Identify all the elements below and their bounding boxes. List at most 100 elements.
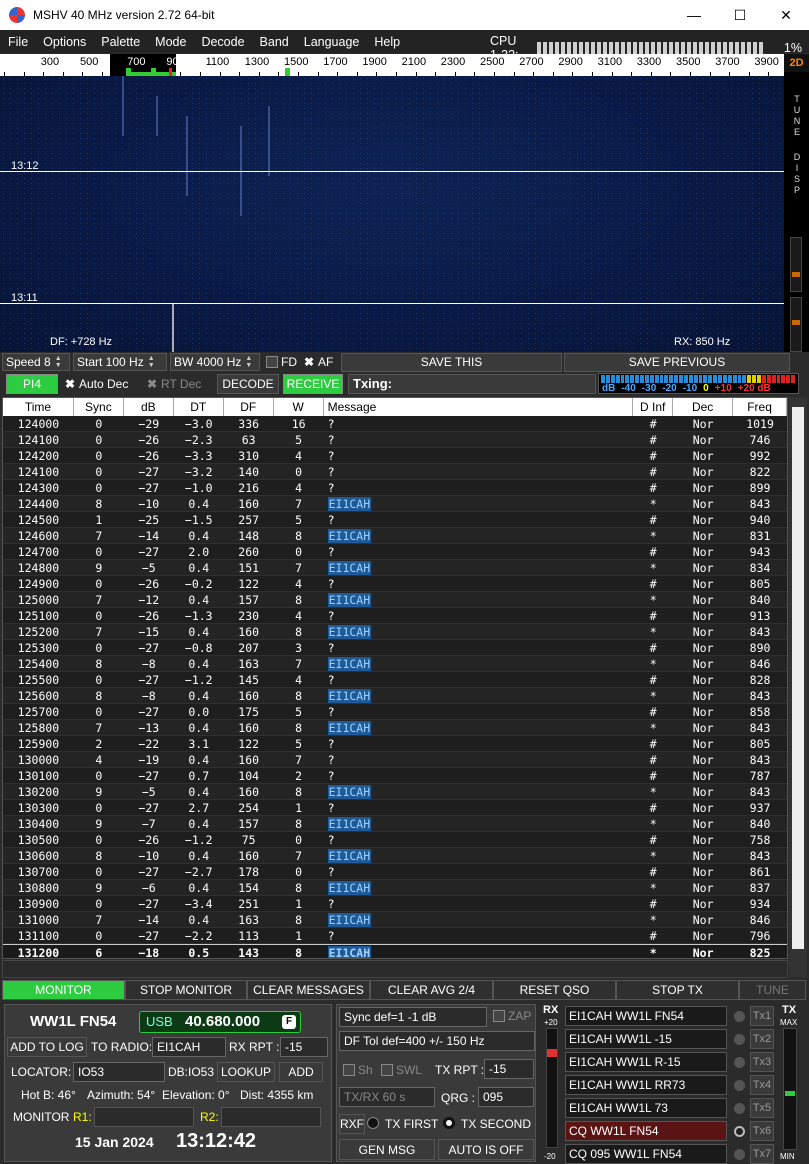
table-row[interactable]: 125200 7 −15 0.4 160 8 EI1CAH * Nor 843 [3, 624, 787, 640]
tx-second-radio-icon[interactable] [443, 1117, 455, 1129]
scrollbar-thumb[interactable] [792, 407, 804, 949]
lookup-button[interactable]: LOOKUP [217, 1062, 275, 1082]
save-previous-button[interactable]: SAVE PREVIOUS [564, 352, 790, 372]
table-row[interactable]: 131100 0 −27 −2.2 113 1? # Nor 796 [3, 928, 787, 944]
swl-checkbox[interactable]: SWL [381, 1063, 422, 1077]
callsign-highlight[interactable]: EI1CAH [327, 721, 372, 735]
bw-spinbox[interactable]: BW 4000 Hz ▲ ▼ [170, 353, 260, 371]
table-horizontal-scrollbar[interactable] [2, 960, 788, 978]
decode-button[interactable]: DECODE [217, 374, 279, 394]
rxf-button[interactable]: RXF [339, 1114, 365, 1134]
tx-select-radio-icon[interactable] [734, 1149, 745, 1160]
df-tol-spinbox[interactable]: DF Tol def=400 +/- 150 Hz [339, 1031, 535, 1051]
tx-button[interactable]: Tx5 [750, 1098, 774, 1118]
stop-tx-button[interactable]: STOP TX [616, 980, 739, 1000]
tx-select-radio-icon[interactable] [734, 1057, 745, 1068]
receive-button[interactable]: RECEIVE [283, 374, 343, 394]
callsign-highlight[interactable]: EI1CAH [327, 529, 372, 543]
r1-field[interactable] [94, 1107, 194, 1127]
2d-button[interactable]: 2D [784, 54, 809, 72]
stop-monitor-button[interactable]: STOP MONITOR [125, 980, 247, 1000]
menu-help[interactable]: Help [370, 35, 407, 49]
r2-field[interactable] [221, 1107, 321, 1127]
tx-select-radio-icon[interactable] [734, 1080, 745, 1091]
table-row[interactable]: 125500 0 −27 −1.2 145 4? # Nor 828 [3, 672, 787, 688]
table-row[interactable]: 130100 0 −27 0.7 104 2? # Nor 787 [3, 768, 787, 784]
tx-button[interactable]: Tx6 [750, 1121, 774, 1141]
column-header[interactable]: Sync [74, 398, 124, 416]
tx-button[interactable]: Tx4 [750, 1075, 774, 1095]
callsign-highlight[interactable]: EI1CAH [327, 881, 372, 895]
menu-file[interactable]: File [4, 35, 35, 49]
menu-band[interactable]: Band [256, 35, 296, 49]
table-row[interactable]: 124300 0 −27 −1.0 216 4? # Nor 899 [3, 480, 787, 496]
table-row[interactable]: 125800 7 −13 0.4 160 8 EI1CAH * Nor 843 [3, 720, 787, 736]
minimize-button[interactable]: — [671, 0, 717, 30]
table-row[interactable]: 124900 0 −26 −0.2 122 4? # Nor 805 [3, 576, 787, 592]
tx-message-field[interactable]: EI1CAH WW1L RR73 [565, 1075, 727, 1095]
menu-mode[interactable]: Mode [151, 35, 193, 49]
menu-palette[interactable]: Palette [97, 35, 147, 49]
txrx-spinbox[interactable]: TX/RX 60 s [339, 1087, 435, 1107]
table-row[interactable]: 125900 2 −22 3.1 122 5? # Nor 805 [3, 736, 787, 752]
table-row[interactable]: 124500 1 −25 −1.5 257 5? # Nor 940 [3, 512, 787, 528]
table-row[interactable]: 131000 7 −14 0.4 163 8 EI1CAH * Nor 846 [3, 912, 787, 928]
table-row[interactable]: 130400 9 −7 0.4 157 8 EI1CAH * Nor 840 [3, 816, 787, 832]
mode-button[interactable]: PI4 [6, 374, 58, 394]
table-row[interactable]: 130300 0 −27 2.7 254 1? # Nor 937 [3, 800, 787, 816]
table-vertical-scrollbar[interactable] [789, 397, 807, 977]
close-button[interactable]: ✕ [763, 0, 809, 30]
zap-checkbox[interactable]: ZAP [493, 1009, 531, 1023]
table-row[interactable]: 130500 0 −26 −1.2 75 0? # Nor 758 [3, 832, 787, 848]
frequency-ruler[interactable]: 0300500700900110013001500170019002100230… [0, 54, 784, 76]
f-button[interactable]: F [282, 1015, 296, 1029]
column-header[interactable]: W [274, 398, 324, 416]
tx-select-radio-icon[interactable] [734, 1011, 745, 1022]
callsign-highlight[interactable]: EI1CAH [327, 946, 372, 958]
table-row[interactable]: 125600 8 −8 0.4 160 8 EI1CAH * Nor 843 [3, 688, 787, 704]
rt-dec-checkbox[interactable]: ✖ RT Dec [146, 377, 201, 391]
clear-messages-button[interactable]: CLEAR MESSAGES [247, 980, 370, 1000]
column-header[interactable]: Message [324, 398, 634, 416]
monitor-button[interactable]: MONITOR [2, 980, 125, 1000]
gain-slider[interactable] [790, 237, 802, 292]
callsign-highlight[interactable]: EI1CAH [327, 593, 372, 607]
column-header[interactable]: dB [124, 398, 174, 416]
rx-rpt-field[interactable]: -15 [280, 1037, 328, 1057]
table-row[interactable]: 124600 7 −14 0.4 148 8 EI1CAH * Nor 831 [3, 528, 787, 544]
tx-rpt-field[interactable]: -15 [484, 1059, 534, 1079]
table-row[interactable]: 130800 9 −6 0.4 154 8 EI1CAH * Nor 837 [3, 880, 787, 896]
save-this-button[interactable]: SAVE THIS [341, 352, 562, 372]
callsign-highlight[interactable]: EI1CAH [327, 689, 372, 703]
sh-checkbox[interactable]: Sh [343, 1063, 373, 1077]
tune-button[interactable]: TUNE [739, 980, 806, 1000]
table-row[interactable]: 130200 9 −5 0.4 160 8 EI1CAH * Nor 843 [3, 784, 787, 800]
reset-qso-button[interactable]: RESET QSO [493, 980, 616, 1000]
menu-language[interactable]: Language [300, 35, 367, 49]
table-row[interactable]: 130600 8 −10 0.4 160 7 EI1CAH * Nor 843 [3, 848, 787, 864]
frequency-display[interactable]: USB 40.680.000 F [139, 1011, 301, 1033]
table-row[interactable]: 131200 6 −18 0.5 143 8 EI1CAH * Nor 825 [3, 944, 787, 958]
tx-select-radio-icon[interactable] [734, 1126, 745, 1137]
to-radio-field[interactable]: EI1CAH [152, 1037, 226, 1057]
callsign-highlight[interactable]: EI1CAH [327, 657, 372, 671]
table-row[interactable]: 124000 0 −29 −3.0 336 16? # Nor 1019 [3, 416, 787, 432]
table-row[interactable]: 124100 0 −26 −2.3 63 5? # Nor 746 [3, 432, 787, 448]
waterfall-display[interactable]: 13:12 13:11 DF: +728 Hz RX: 850 Hz [0, 76, 784, 352]
tx-button[interactable]: Tx2 [750, 1029, 774, 1049]
tx-message-field[interactable]: CQ 095 WW1L FN54 [565, 1144, 727, 1164]
menu-options[interactable]: Options [39, 35, 93, 49]
tx-message-field[interactable]: CQ WW1L FN54 [565, 1121, 727, 1141]
column-header[interactable]: DT [174, 398, 224, 416]
table-row[interactable]: 124800 9 −5 0.4 151 7 EI1CAH * Nor 834 [3, 560, 787, 576]
decode-table[interactable]: Time Sync dB DT DF W Message D Inf Dec Freq 12400… [2, 397, 788, 959]
fd-checkbox[interactable]: FD [266, 355, 297, 369]
table-row[interactable]: 125300 0 −27 −0.8 207 3? # Nor 890 [3, 640, 787, 656]
tx-button[interactable]: Tx3 [750, 1052, 774, 1072]
callsign-highlight[interactable]: EI1CAH [327, 913, 372, 927]
table-row[interactable]: 130900 0 −27 −3.4 251 1? # Nor 934 [3, 896, 787, 912]
contrast-slider[interactable] [790, 297, 802, 352]
table-row[interactable]: 130000 4 −19 0.4 160 7? # Nor 843 [3, 752, 787, 768]
auto-dec-checkbox[interactable]: ✖ Auto Dec [64, 377, 128, 391]
table-row[interactable]: 130700 0 −27 −2.7 178 0? # Nor 861 [3, 864, 787, 880]
